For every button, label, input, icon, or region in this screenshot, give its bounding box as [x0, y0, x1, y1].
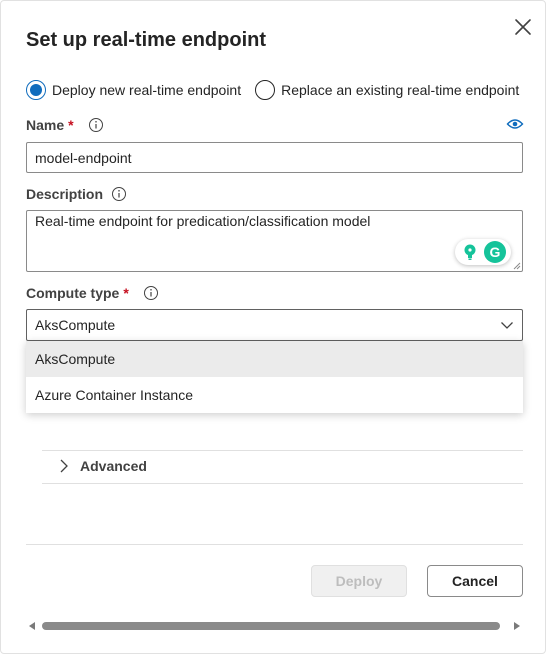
info-icon[interactable] [111, 186, 127, 202]
radio-deploy-new[interactable]: Deploy new real-time endpoint [26, 80, 241, 100]
horizontal-scrollbar[interactable] [26, 618, 523, 634]
grammarly-logo-icon[interactable]: G [484, 241, 506, 263]
chevron-down-icon [501, 322, 513, 329]
resize-grip-icon[interactable] [513, 262, 521, 270]
advanced-label: Advanced [80, 458, 147, 474]
close-button[interactable] [511, 15, 535, 39]
lightbulb-icon[interactable] [460, 242, 480, 262]
scroll-right-arrow-icon[interactable] [514, 622, 520, 630]
compute-type-label: Compute type * [26, 285, 159, 301]
close-icon [515, 19, 531, 35]
description-text: Real-time endpoint for predication/class… [35, 213, 371, 229]
required-mark: * [68, 117, 74, 133]
radio-label-deploy-new: Deploy new real-time endpoint [52, 82, 242, 98]
info-icon[interactable] [143, 285, 159, 301]
description-label-text: Description [26, 186, 104, 202]
name-input[interactable]: model-endpoint [26, 142, 523, 173]
dropdown-option-aci[interactable]: Azure Container Instance [26, 377, 523, 413]
cancel-button[interactable]: Cancel [427, 565, 523, 597]
radio-button-checked[interactable] [26, 80, 46, 100]
dropdown-option-akscompute[interactable]: AksCompute [26, 341, 523, 377]
radio-button-unchecked[interactable] [255, 80, 276, 100]
description-label: Description [26, 186, 127, 202]
compute-type-selected-value: AksCompute [35, 317, 116, 333]
compute-type-dropdown[interactable]: AksCompute [26, 309, 523, 341]
dialog-title: Set up real-time endpoint [26, 29, 267, 51]
scrollbar-thumb[interactable] [42, 622, 500, 630]
advanced-section-toggle[interactable]: Advanced [58, 458, 147, 474]
advanced-top-divider [42, 450, 523, 451]
name-label: Name * [26, 117, 104, 133]
deploy-mode-radio-group: Deploy new real-time endpoint Replace an… [26, 80, 533, 100]
scroll-left-arrow-icon[interactable] [29, 622, 35, 630]
footer-divider [26, 544, 523, 545]
info-icon[interactable] [88, 117, 104, 133]
setup-endpoint-dialog: Set up real-time endpoint Deploy new rea… [0, 0, 546, 654]
advanced-bottom-divider [42, 483, 523, 484]
name-label-text: Name [26, 117, 65, 133]
radio-label-replace-existing: Replace an existing real-time endpoint [281, 82, 520, 98]
required-mark: * [123, 285, 129, 301]
chevron-right-icon [60, 459, 68, 473]
deploy-button[interactable]: Deploy [311, 565, 407, 597]
radio-replace-existing[interactable]: Replace an existing real-time endpoint [255, 80, 519, 100]
eye-icon[interactable] [506, 117, 524, 131]
description-textarea[interactable]: Real-time endpoint for predication/class… [26, 210, 523, 272]
compute-type-label-text: Compute type [26, 285, 120, 301]
grammarly-widget[interactable]: G [455, 239, 511, 265]
compute-type-options-list: AksCompute Azure Container Instance [26, 341, 523, 413]
